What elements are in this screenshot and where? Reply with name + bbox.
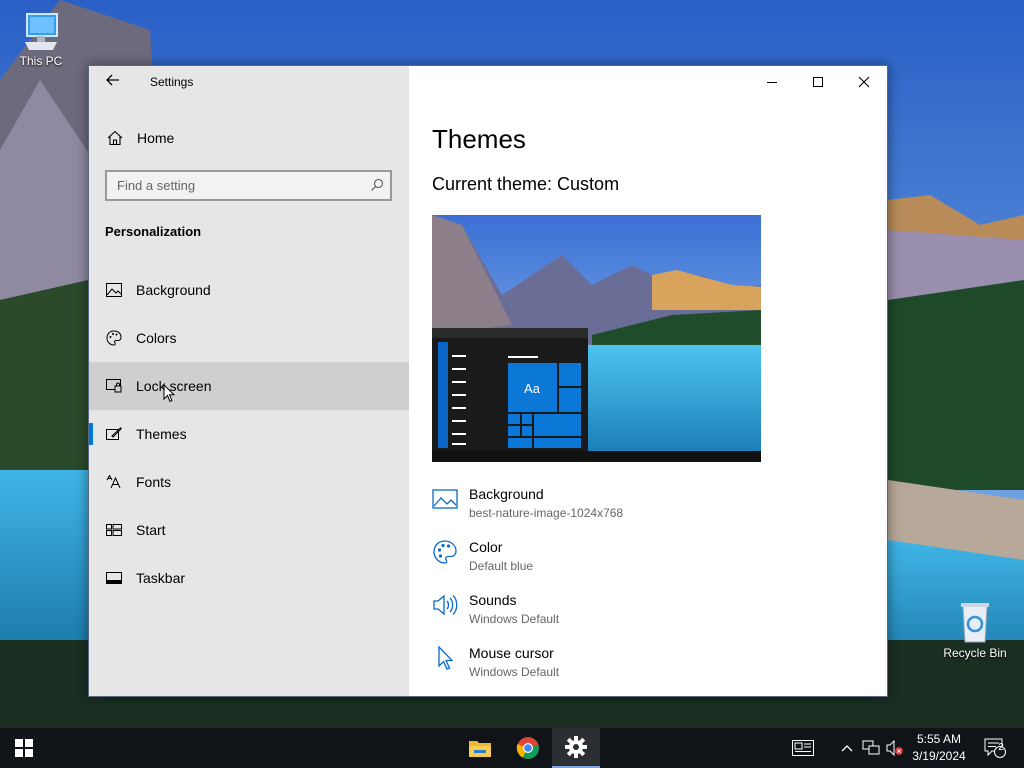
minimize-icon bbox=[767, 82, 777, 83]
speaker-icon bbox=[433, 594, 458, 616]
desktop-icon-label: Recycle Bin bbox=[943, 646, 1007, 660]
network-icon bbox=[862, 740, 880, 755]
desktop-icon-this-pc[interactable]: This PC bbox=[6, 10, 76, 68]
fonts-icon bbox=[106, 474, 122, 490]
notification-count: 2 bbox=[998, 742, 1004, 753]
palette-icon bbox=[433, 540, 457, 564]
sidebar-item-start[interactable]: Start bbox=[89, 506, 409, 554]
sidebar-item-label: Colors bbox=[136, 330, 177, 346]
preview-tile-label: Aa bbox=[524, 381, 541, 396]
theme-property-color[interactable]: Color Default blue bbox=[432, 537, 852, 590]
theme-property-background[interactable]: Background best-nature-image-1024x768 bbox=[432, 484, 852, 537]
property-title: Background bbox=[469, 486, 544, 502]
cursor-icon bbox=[438, 645, 454, 670]
home-label: Home bbox=[137, 130, 175, 146]
search-icon[interactable] bbox=[370, 178, 384, 192]
theme-properties: Background best-nature-image-1024x768 Co… bbox=[432, 484, 852, 696]
section-heading: Personalization bbox=[105, 224, 202, 239]
chrome-icon bbox=[516, 737, 539, 759]
volume-muted-icon bbox=[886, 740, 903, 756]
windows-logo-icon bbox=[15, 739, 33, 757]
sidebar: Settings Home Personalization Background bbox=[89, 66, 409, 696]
property-value: best-nature-image-1024x768 bbox=[469, 506, 624, 520]
theme-preview-image: Aa bbox=[432, 215, 761, 462]
settings-window: Settings Home Personalization Background bbox=[88, 65, 888, 697]
clock-time: 5:55 AM bbox=[916, 732, 962, 746]
maximize-icon bbox=[813, 77, 823, 87]
chevron-up-icon bbox=[841, 745, 853, 752]
sidebar-item-themes[interactable]: Themes bbox=[89, 410, 409, 458]
tray-show-hidden[interactable] bbox=[838, 728, 856, 768]
recycle-bin-icon bbox=[961, 603, 989, 643]
tray-news[interactable] bbox=[788, 728, 818, 768]
property-value: Default blue bbox=[469, 559, 534, 573]
minimize-button[interactable] bbox=[749, 66, 795, 98]
main-content: Themes Current theme: Custom Aa Backgrou… bbox=[409, 66, 887, 696]
lock-screen-icon bbox=[106, 378, 122, 394]
back-arrow-icon bbox=[106, 74, 119, 86]
computer-icon bbox=[25, 13, 58, 50]
tray-network[interactable] bbox=[860, 728, 882, 768]
app-title: Settings bbox=[150, 75, 194, 89]
property-value: Windows Default bbox=[469, 665, 560, 679]
taskbar-chrome[interactable] bbox=[504, 728, 552, 768]
title-bar: Settings bbox=[89, 66, 409, 98]
sidebar-item-label: Background bbox=[136, 282, 211, 298]
picture-icon bbox=[432, 489, 458, 509]
home-nav[interactable]: Home bbox=[89, 118, 409, 158]
desktop-icon-label: This PC bbox=[19, 54, 63, 68]
palette-icon bbox=[106, 330, 122, 346]
property-title: Color bbox=[469, 539, 503, 555]
mouse-pointer-icon bbox=[163, 384, 175, 403]
back-button[interactable] bbox=[103, 72, 123, 92]
picture-icon bbox=[106, 282, 122, 298]
theme-property-mouse-cursor[interactable]: Mouse cursor Windows Default bbox=[432, 643, 852, 696]
desktop-icon-recycle-bin[interactable]: Recycle Bin bbox=[940, 600, 1010, 660]
gear-icon bbox=[565, 736, 587, 758]
clock-date: 3/19/2024 bbox=[912, 749, 966, 763]
close-icon bbox=[858, 76, 870, 88]
search-box[interactable] bbox=[105, 170, 392, 201]
theme-preview: Aa bbox=[432, 215, 761, 462]
taskbar-icon bbox=[106, 570, 122, 586]
caption-buttons bbox=[749, 66, 887, 98]
sidebar-item-colors[interactable]: Colors bbox=[89, 314, 409, 362]
home-icon bbox=[107, 130, 123, 146]
sidebar-item-fonts[interactable]: Fonts bbox=[89, 458, 409, 506]
current-theme-heading: Current theme: Custom bbox=[432, 174, 620, 194]
news-icon bbox=[792, 740, 814, 756]
sidebar-item-label: Fonts bbox=[136, 474, 172, 490]
taskbar: 5:55 AM 3/19/2024 2 bbox=[0, 728, 1024, 768]
property-title: Sounds bbox=[469, 592, 517, 608]
tray-volume[interactable] bbox=[884, 728, 906, 768]
taskbar-clock[interactable]: 5:55 AM 3/19/2024 bbox=[905, 731, 973, 765]
action-center-button[interactable]: 2 bbox=[980, 728, 1010, 768]
sidebar-item-background[interactable]: Background bbox=[89, 266, 409, 314]
sidebar-item-lock-screen[interactable]: Lock screen bbox=[89, 362, 409, 410]
taskbar-settings[interactable] bbox=[552, 728, 600, 768]
page-title: Themes bbox=[432, 124, 526, 154]
close-button[interactable] bbox=[841, 66, 887, 98]
sidebar-item-label: Themes bbox=[136, 426, 187, 442]
start-button[interactable] bbox=[0, 728, 48, 768]
sidebar-item-label: Taskbar bbox=[136, 570, 186, 586]
taskbar-file-explorer[interactable] bbox=[456, 728, 504, 768]
sidebar-item-taskbar[interactable]: Taskbar bbox=[89, 554, 409, 602]
theme-property-sounds[interactable]: Sounds Windows Default bbox=[432, 590, 852, 643]
start-icon bbox=[106, 522, 122, 538]
property-value: Windows Default bbox=[469, 612, 560, 626]
folder-icon bbox=[469, 741, 491, 757]
property-title: Mouse cursor bbox=[469, 645, 554, 661]
sidebar-item-label: Start bbox=[136, 522, 166, 538]
themes-icon bbox=[106, 426, 122, 442]
sidebar-nav: Background Colors Lock screen Themes Fon… bbox=[89, 266, 409, 602]
maximize-button[interactable] bbox=[795, 66, 841, 98]
search-input[interactable] bbox=[107, 172, 357, 199]
